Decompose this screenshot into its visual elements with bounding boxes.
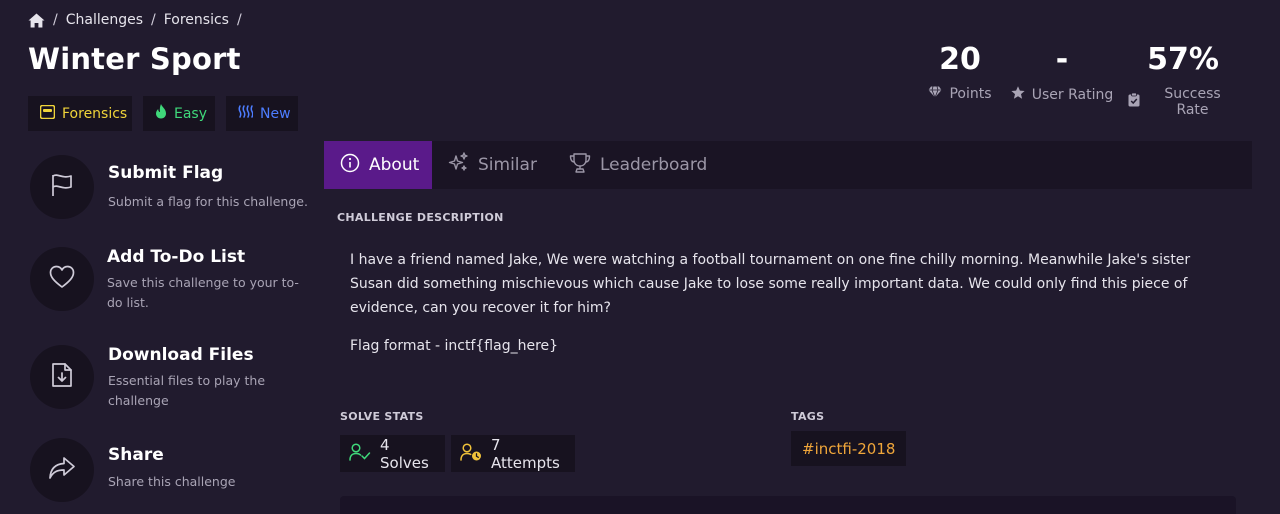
- points-label: Points: [949, 86, 992, 102]
- diamond-icon: [928, 86, 942, 102]
- breadcrumb-separator: /: [53, 12, 58, 28]
- share-button[interactable]: [30, 438, 94, 502]
- info-icon: [340, 153, 360, 178]
- user-rating-label: User Rating: [1031, 86, 1114, 103]
- tab-bar: About Similar Leaderboard: [324, 141, 1252, 189]
- challenge-description: I have a friend named Jake, We were watc…: [350, 252, 1191, 316]
- star-icon: [1011, 86, 1025, 103]
- user-rating-value: -: [1055, 42, 1069, 77]
- user-check-icon: [349, 442, 371, 465]
- breadcrumb-separator: /: [236, 12, 242, 28]
- solves-count: 4 Solves: [380, 435, 429, 472]
- download-files-button[interactable]: [30, 345, 94, 409]
- breadcrumb: / Challenges / Forensics /: [28, 12, 250, 28]
- box-icon: [39, 104, 56, 123]
- action-description: Save this challenge to your to-do list.: [107, 275, 299, 310]
- tab-label: About: [369, 155, 420, 175]
- tags-label: TAGS: [791, 410, 825, 423]
- flag-icon: [49, 172, 75, 202]
- status-badge[interactable]: New: [226, 96, 298, 131]
- breadcrumb-forensics-link[interactable]: Forensics: [164, 12, 229, 28]
- tab-label: Leaderboard: [599, 155, 708, 175]
- share-icon: [48, 456, 76, 484]
- flame-icon: [155, 104, 167, 123]
- breadcrumb-separator: /: [151, 12, 156, 28]
- solves-chip[interactable]: 4 Solves: [340, 435, 445, 472]
- breadcrumb-challenges-link[interactable]: Challenges: [66, 12, 143, 28]
- status-badge-label: New: [260, 105, 291, 122]
- attempts-count: 7 Attempts: [491, 435, 560, 472]
- tab-leaderboard[interactable]: Leaderboard: [553, 141, 723, 189]
- add-todo-action[interactable]: Add To-Do List Save this challenge to yo…: [30, 247, 307, 313]
- action-description: Share this challenge: [108, 474, 236, 489]
- tab-similar[interactable]: Similar: [432, 141, 553, 189]
- clipboard-check-icon: [1128, 92, 1140, 111]
- user-clock-icon: [460, 442, 482, 465]
- action-title: Download Files: [108, 345, 254, 365]
- success-rate-label: Success Rate: [1164, 86, 1221, 118]
- action-description: Submit a flag for this challenge.: [108, 194, 308, 209]
- trophy-icon: [569, 152, 591, 178]
- heart-icon: [49, 265, 75, 293]
- points-stat: 20 Points: [920, 40, 1000, 102]
- difficulty-badge[interactable]: Easy: [143, 96, 215, 131]
- waves-icon: [238, 105, 254, 122]
- tab-label: Similar: [478, 155, 537, 175]
- add-todo-button[interactable]: [30, 247, 94, 311]
- attempts-chip[interactable]: 7 Attempts: [451, 435, 575, 472]
- content-panel: [340, 496, 1236, 514]
- action-title: Share: [108, 445, 164, 465]
- download-files-action[interactable]: Download Files Essential files to play t…: [30, 345, 308, 411]
- flag-format: Flag format - inctf{flag_here}: [350, 338, 559, 354]
- share-action[interactable]: Share Share this challenge: [30, 438, 308, 502]
- challenge-description-label: CHALLENGE DESCRIPTION: [337, 211, 504, 224]
- solve-stats: 4 Solves 7 Attempts: [340, 435, 575, 472]
- home-icon[interactable]: [28, 13, 45, 28]
- difficulty-badge-label: Easy: [174, 105, 208, 122]
- success-rate-stat: 57% Success Rate: [1128, 40, 1238, 118]
- submit-flag-action[interactable]: Submit Flag Submit a flag for this chall…: [30, 155, 308, 219]
- file-download-icon: [51, 362, 73, 392]
- action-description: Essential files to play the challenge: [108, 373, 266, 408]
- category-badge[interactable]: Forensics: [28, 96, 132, 131]
- tag-chip[interactable]: #inctfi-2018: [791, 431, 907, 466]
- page-title: Winter Sport: [28, 42, 241, 76]
- category-badge-label: Forensics: [62, 105, 128, 122]
- points-value: 20: [939, 42, 981, 77]
- sparkles-icon: [448, 152, 469, 178]
- action-title: Add To-Do List: [107, 247, 246, 267]
- solve-stats-label: SOLVE STATS: [340, 410, 424, 423]
- user-rating-stat: - User Rating: [1010, 40, 1114, 103]
- submit-flag-button[interactable]: [30, 155, 94, 219]
- action-title: Submit Flag: [108, 163, 224, 183]
- success-rate-value: 57%: [1147, 42, 1219, 77]
- badge-row: Forensics Easy New: [28, 96, 298, 131]
- tab-about[interactable]: About: [324, 141, 432, 189]
